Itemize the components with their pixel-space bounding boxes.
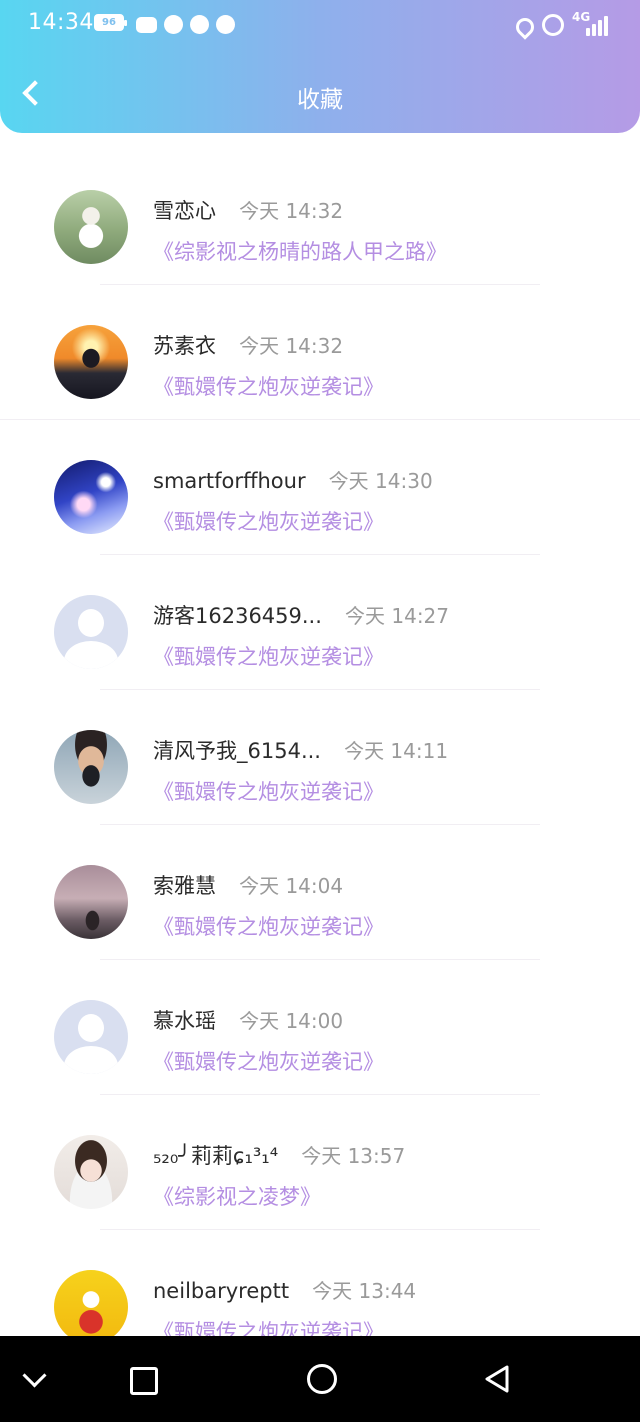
list-item[interactable]: 清风予我_6154... 今天 14:11 《甄嬛传之炮灰逆袭记》 xyxy=(0,690,640,825)
item-time: 今天 14:30 xyxy=(328,469,433,493)
system-nav-bar xyxy=(0,1336,640,1422)
book-title[interactable]: 《综影视之凌梦》 xyxy=(153,1181,321,1211)
item-time: 今天 14:11 xyxy=(344,739,449,763)
app-notification-icon xyxy=(190,15,209,34)
user-name[interactable]: 游客16236459... xyxy=(153,604,322,628)
list-item[interactable]: 游客16236459... 今天 14:27 《甄嬛传之炮灰逆袭记》 xyxy=(0,555,640,690)
network-type: 4G xyxy=(572,10,591,24)
status-bar: 14:34 96 4G xyxy=(0,0,640,50)
system-icons: 4G xyxy=(512,10,610,40)
nav-recents-icon[interactable] xyxy=(92,1336,192,1422)
avatar[interactable] xyxy=(54,325,128,399)
list-item[interactable]: ₅₂₀╯莉莉ɕ₁³₁⁴ 今天 13:57 《综影视之凌梦》 xyxy=(0,1095,640,1230)
list-item[interactable]: smartforffhour 今天 14:30 《甄嬛传之炮灰逆袭记》 xyxy=(0,420,640,555)
avatar[interactable] xyxy=(54,1135,128,1209)
book-title[interactable]: 《综影视之杨晴的路人甲之路》 xyxy=(153,236,447,266)
item-time: 今天 13:44 xyxy=(312,1279,417,1303)
user-name[interactable]: ₅₂₀╯莉莉ɕ₁³₁⁴ xyxy=(153,1144,278,1168)
book-title[interactable]: 《甄嬛传之炮灰逆袭记》 xyxy=(153,371,384,401)
page-title: 收藏 xyxy=(297,87,343,113)
item-time: 今天 13:57 xyxy=(301,1144,406,1168)
user-name[interactable]: 索雅慧 xyxy=(153,874,216,898)
book-title[interactable]: 《甄嬛传之炮灰逆袭记》 xyxy=(153,1046,384,1076)
location-icon xyxy=(512,14,538,40)
item-time: 今天 14:00 xyxy=(239,1009,344,1033)
battery-icon: 96 xyxy=(94,14,127,31)
avatar[interactable] xyxy=(54,460,128,534)
book-title[interactable]: 《甄嬛传之炮灰逆袭记》 xyxy=(153,641,384,671)
message-icon xyxy=(136,17,157,33)
item-time: 今天 14:04 xyxy=(239,874,344,898)
nav-back-icon[interactable] xyxy=(446,1336,546,1422)
user-name[interactable]: neilbaryreptt xyxy=(153,1279,289,1303)
list-item[interactable]: neilbaryreptt 今天 13:44 《甄嬛传之炮灰逆袭记》 xyxy=(0,1230,640,1336)
book-title[interactable]: 《甄嬛传之炮灰逆袭记》 xyxy=(153,506,384,536)
user-name[interactable]: 慕水瑶 xyxy=(153,1009,216,1033)
list-item[interactable]: 索雅慧 今天 14:04 《甄嬛传之炮灰逆袭记》 xyxy=(0,825,640,960)
notification-icons xyxy=(136,15,235,34)
avatar[interactable] xyxy=(54,190,128,264)
item-time: 今天 14:32 xyxy=(239,199,344,223)
nav-collapse-icon[interactable] xyxy=(0,1336,100,1422)
user-name[interactable]: 清风予我_6154... xyxy=(153,739,321,763)
avatar[interactable] xyxy=(54,1270,128,1336)
alarm-icon xyxy=(542,14,564,36)
app-notification-icon xyxy=(216,15,235,34)
avatar[interactable] xyxy=(54,595,128,669)
user-name[interactable]: 雪恋心 xyxy=(153,199,216,223)
app-header: 14:34 96 4G 收藏 xyxy=(0,0,640,133)
item-time: 今天 14:27 xyxy=(345,604,450,628)
avatar[interactable] xyxy=(54,730,128,804)
nav-home-icon[interactable] xyxy=(270,1336,370,1422)
list-item[interactable]: 慕水瑶 今天 14:00 《甄嬛传之炮灰逆袭记》 xyxy=(0,960,640,1095)
app-notification-icon xyxy=(164,15,183,34)
avatar[interactable] xyxy=(54,865,128,939)
item-time: 今天 14:32 xyxy=(239,334,344,358)
avatar[interactable] xyxy=(54,1000,128,1074)
signal-icon: 4G xyxy=(572,10,610,36)
user-name[interactable]: smartforffhour xyxy=(153,469,306,493)
list-item[interactable]: 雪恋心 今天 14:32 《综影视之杨晴的路人甲之路》 xyxy=(0,150,640,285)
user-name[interactable]: 苏素衣 xyxy=(153,334,216,358)
favorites-list[interactable]: 雪恋心 今天 14:32 《综影视之杨晴的路人甲之路》 苏素衣 今天 14:32… xyxy=(0,150,640,1336)
book-title[interactable]: 《甄嬛传之炮灰逆袭记》 xyxy=(153,911,384,941)
list-item[interactable]: 苏素衣 今天 14:32 《甄嬛传之炮灰逆袭记》 xyxy=(0,285,640,420)
book-title[interactable]: 《甄嬛传之炮灰逆袭记》 xyxy=(153,1316,384,1336)
book-title[interactable]: 《甄嬛传之炮灰逆袭记》 xyxy=(153,776,384,806)
status-time: 14:34 xyxy=(28,10,94,35)
